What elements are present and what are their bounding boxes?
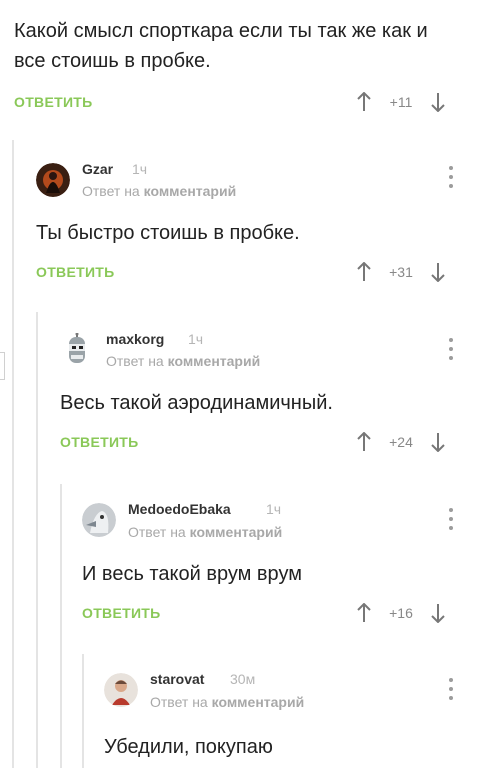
scroll-marker	[0, 352, 5, 380]
avatar[interactable]	[36, 163, 70, 197]
arrow-up-icon	[357, 262, 371, 281]
avatar[interactable]	[60, 333, 94, 367]
vote-controls: +31	[352, 260, 450, 284]
upvote-button[interactable]	[352, 260, 376, 284]
arrow-up-icon	[357, 603, 371, 622]
rating-value: +31	[389, 264, 413, 280]
downvote-button[interactable]	[426, 430, 450, 454]
avatar[interactable]	[104, 673, 138, 707]
reply-prefix: Ответ на	[82, 183, 140, 199]
arrow-down-icon	[431, 93, 445, 112]
kebab-menu-icon[interactable]	[446, 508, 456, 530]
reply-context: Ответ на комментарий	[82, 183, 236, 199]
reply-prefix: Ответ на	[128, 524, 186, 540]
thread-rail	[36, 312, 38, 768]
reply-button[interactable]: ОТВЕТИТЬ	[14, 94, 93, 110]
reply-context: Ответ на комментарий	[106, 353, 260, 369]
arrow-down-icon	[431, 604, 445, 623]
parent-comment-link[interactable]: комментарий	[190, 524, 283, 540]
reply-context: Ответ на комментарий	[128, 524, 282, 540]
avatar[interactable]	[82, 503, 116, 537]
comment-age: 1ч	[188, 331, 204, 347]
reply-button[interactable]: ОТВЕТИТЬ	[60, 434, 139, 450]
comment-text: Убедили, покупаю	[104, 736, 273, 758]
arrow-down-icon	[431, 263, 445, 282]
vote-controls: +11	[352, 90, 450, 114]
comment-age: 1ч	[266, 501, 282, 517]
rating-value: +24	[389, 434, 413, 450]
root-comment-text: Какой смысл спорткара если ты так же как…	[14, 20, 428, 72]
upvote-button[interactable]	[352, 430, 376, 454]
kebab-menu-icon[interactable]	[446, 678, 456, 700]
downvote-button[interactable]	[426, 90, 450, 114]
downvote-button[interactable]	[426, 260, 450, 284]
comment-text: И весь такой врум врум	[82, 563, 302, 585]
username[interactable]: maxkorg	[106, 331, 164, 347]
kebab-menu-icon[interactable]	[446, 166, 456, 188]
parent-comment-link[interactable]: комментарий	[144, 183, 237, 199]
username[interactable]: MedoedoEbaka	[128, 501, 231, 517]
parent-comment-link[interactable]: комментарий	[212, 694, 305, 710]
comment-age: 1ч	[132, 161, 148, 177]
kebab-menu-icon[interactable]	[446, 338, 456, 360]
comment-age: 30м	[230, 671, 256, 687]
parent-comment-link[interactable]: комментарий	[168, 353, 261, 369]
rating-value: +16	[389, 605, 413, 621]
thread-rail	[12, 140, 14, 768]
reply-prefix: Ответ на	[150, 694, 208, 710]
arrow-up-icon	[357, 92, 371, 111]
arrow-up-icon	[357, 432, 371, 451]
reply-button[interactable]: ОТВЕТИТЬ	[36, 264, 115, 280]
reply-prefix: Ответ на	[106, 353, 164, 369]
reply-button[interactable]: ОТВЕТИТЬ	[82, 605, 161, 621]
vote-controls: +24	[352, 430, 450, 454]
thread-rail	[60, 484, 62, 768]
upvote-button[interactable]	[352, 90, 376, 114]
vote-controls: +16	[352, 601, 450, 625]
username[interactable]: starovat	[150, 671, 204, 687]
thread-rail	[82, 654, 84, 768]
reply-context: Ответ на комментарий	[150, 694, 304, 710]
arrow-down-icon	[431, 433, 445, 452]
comment-text: Весь такой аэродинамичный.	[60, 392, 333, 414]
downvote-button[interactable]	[426, 601, 450, 625]
upvote-button[interactable]	[352, 601, 376, 625]
username[interactable]: Gzar	[82, 161, 113, 177]
rating-value: +11	[389, 94, 413, 110]
comment-text: Ты быстро стоишь в пробке.	[36, 222, 300, 244]
